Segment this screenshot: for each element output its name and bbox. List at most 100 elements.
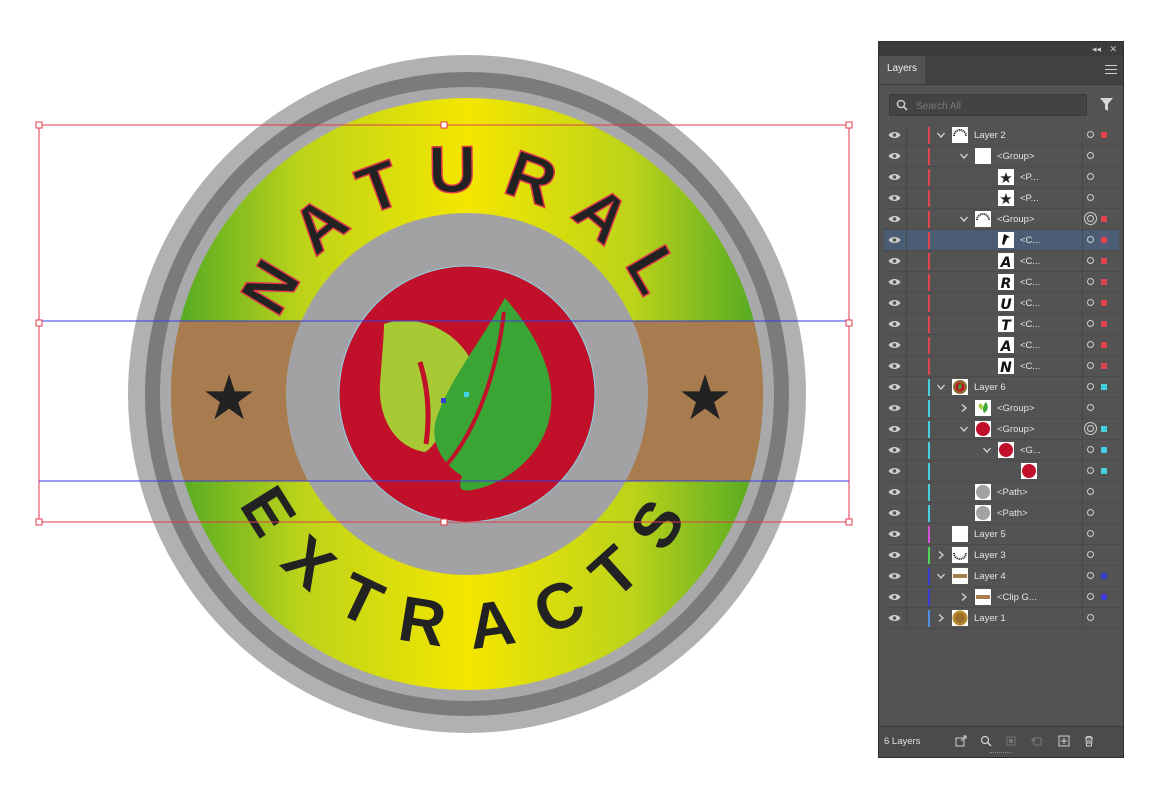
anchor-cyan[interactable] bbox=[464, 392, 469, 397]
tab-layers[interactable]: Layers bbox=[879, 56, 925, 84]
target-circle-icon[interactable] bbox=[1087, 194, 1094, 201]
new-layer-icon[interactable] bbox=[1058, 735, 1070, 747]
search-input[interactable] bbox=[914, 97, 1083, 115]
layer-name[interactable]: Layer 2 bbox=[974, 125, 1006, 146]
selection-indicator-icon[interactable] bbox=[1101, 342, 1107, 348]
locate-object-icon[interactable] bbox=[980, 735, 992, 747]
selection-indicator-icon[interactable] bbox=[1101, 426, 1107, 432]
artboard-canvas[interactable]: ★ ★ NATURAL EXTRACTS bbox=[0, 0, 870, 804]
layer-name[interactable]: Layer 6 bbox=[974, 377, 1006, 398]
lock-column[interactable] bbox=[906, 377, 907, 398]
lock-column[interactable] bbox=[906, 167, 907, 188]
layer-name[interactable]: Layer 1 bbox=[974, 608, 1006, 629]
lock-column[interactable] bbox=[906, 461, 907, 482]
layer-row[interactable]: <Group> bbox=[884, 419, 1119, 440]
lock-column[interactable] bbox=[906, 335, 907, 356]
selection-indicator-icon[interactable] bbox=[1101, 447, 1107, 453]
selection-indicator-icon[interactable] bbox=[1101, 363, 1107, 369]
target-circle-icon[interactable] bbox=[1087, 341, 1094, 348]
chevron-down-icon[interactable] bbox=[959, 424, 969, 434]
target-circle-icon[interactable] bbox=[1087, 257, 1094, 264]
lock-column[interactable] bbox=[906, 524, 907, 545]
visibility-eye-icon[interactable] bbox=[888, 130, 901, 140]
target-circle-icon[interactable] bbox=[1087, 404, 1094, 411]
lock-column[interactable] bbox=[906, 314, 907, 335]
lock-column[interactable] bbox=[906, 251, 907, 272]
chevron-right-icon[interactable] bbox=[936, 550, 946, 560]
layer-row[interactable]: A <C... bbox=[884, 251, 1119, 272]
lock-column[interactable] bbox=[906, 587, 907, 608]
selection-indicator-icon[interactable] bbox=[1101, 237, 1107, 243]
layer-name[interactable]: <Path> bbox=[997, 503, 1028, 524]
target-circle-icon[interactable] bbox=[1087, 173, 1094, 180]
selection-indicator-icon[interactable] bbox=[1101, 573, 1107, 579]
layer-row[interactable]: Layer 6 bbox=[884, 377, 1119, 398]
layer-row[interactable]: <Path> bbox=[884, 482, 1119, 503]
layer-row[interactable]: Layer 4 bbox=[884, 566, 1119, 587]
visibility-eye-icon[interactable] bbox=[888, 235, 901, 245]
layer-name[interactable]: <C... bbox=[1020, 251, 1040, 272]
visibility-eye-icon[interactable] bbox=[888, 466, 901, 476]
layer-row[interactable]: A <C... bbox=[884, 335, 1119, 356]
visibility-eye-icon[interactable] bbox=[888, 256, 901, 266]
visibility-eye-icon[interactable] bbox=[888, 319, 901, 329]
lock-column[interactable] bbox=[906, 356, 907, 377]
layer-name[interactable]: <C... bbox=[1020, 314, 1040, 335]
target-circle-icon[interactable] bbox=[1087, 530, 1094, 537]
chevron-right-icon[interactable] bbox=[959, 592, 969, 602]
lock-column[interactable] bbox=[906, 125, 907, 146]
lock-column[interactable] bbox=[906, 419, 907, 440]
lock-column[interactable] bbox=[906, 146, 907, 167]
lock-column[interactable] bbox=[906, 440, 907, 461]
layer-row[interactable]: T <C... bbox=[884, 314, 1119, 335]
layer-row[interactable]: <Group> bbox=[884, 146, 1119, 167]
selection-indicator-icon[interactable] bbox=[1101, 300, 1107, 306]
layer-name[interactable]: <C... bbox=[1020, 335, 1040, 356]
visibility-eye-icon[interactable] bbox=[888, 361, 901, 371]
chevron-down-icon[interactable] bbox=[936, 130, 946, 140]
delete-icon[interactable] bbox=[1083, 735, 1095, 747]
chevron-down-icon[interactable] bbox=[959, 151, 969, 161]
visibility-eye-icon[interactable] bbox=[888, 151, 901, 161]
layer-row[interactable]: R <C... bbox=[884, 272, 1119, 293]
export-icon[interactable] bbox=[955, 735, 967, 747]
chevron-right-icon[interactable] bbox=[936, 613, 946, 623]
layer-name[interactable]: <C... bbox=[1020, 230, 1040, 251]
layer-row[interactable] bbox=[884, 461, 1119, 482]
lock-column[interactable] bbox=[906, 293, 907, 314]
chevron-down-icon[interactable] bbox=[936, 382, 946, 392]
target-circle-icon[interactable] bbox=[1087, 299, 1094, 306]
lock-column[interactable] bbox=[906, 545, 907, 566]
target-circle-icon[interactable] bbox=[1087, 488, 1094, 495]
handle-mr[interactable] bbox=[845, 319, 853, 327]
handle-bl[interactable] bbox=[35, 518, 43, 526]
clipping-mask-icon[interactable] bbox=[1005, 735, 1017, 747]
target-circle-icon[interactable] bbox=[1087, 236, 1094, 243]
anchor-blue[interactable] bbox=[441, 398, 446, 403]
layer-row[interactable]: <Group> bbox=[884, 209, 1119, 230]
layer-row[interactable]: <G... bbox=[884, 440, 1119, 461]
visibility-eye-icon[interactable] bbox=[888, 214, 901, 224]
visibility-eye-icon[interactable] bbox=[888, 508, 901, 518]
chevron-down-icon[interactable] bbox=[959, 214, 969, 224]
handle-ml[interactable] bbox=[35, 319, 43, 327]
handle-tm[interactable] bbox=[440, 121, 448, 129]
layer-name[interactable]: <P... bbox=[1020, 188, 1039, 209]
selection-indicator-icon[interactable] bbox=[1101, 258, 1107, 264]
close-icon[interactable]: ✕ bbox=[1109, 43, 1117, 55]
layer-row[interactable]: Layer 5 bbox=[884, 524, 1119, 545]
search-box[interactable] bbox=[889, 94, 1087, 116]
selection-indicator-icon[interactable] bbox=[1101, 132, 1107, 138]
target-circle-icon[interactable] bbox=[1087, 383, 1094, 390]
layer-name[interactable]: Layer 3 bbox=[974, 545, 1006, 566]
layer-name[interactable]: <Clip G... bbox=[997, 587, 1037, 608]
lock-column[interactable] bbox=[906, 398, 907, 419]
layer-name[interactable]: <C... bbox=[1020, 272, 1040, 293]
visibility-eye-icon[interactable] bbox=[888, 424, 901, 434]
layer-name[interactable]: <G... bbox=[1020, 440, 1041, 461]
visibility-eye-icon[interactable] bbox=[888, 529, 901, 539]
layer-name[interactable]: <Group> bbox=[997, 419, 1035, 440]
layer-name[interactable]: <Group> bbox=[997, 398, 1035, 419]
panel-titlebar[interactable]: ◂◂ ✕ bbox=[879, 42, 1123, 56]
star-right[interactable]: ★ bbox=[677, 361, 733, 434]
